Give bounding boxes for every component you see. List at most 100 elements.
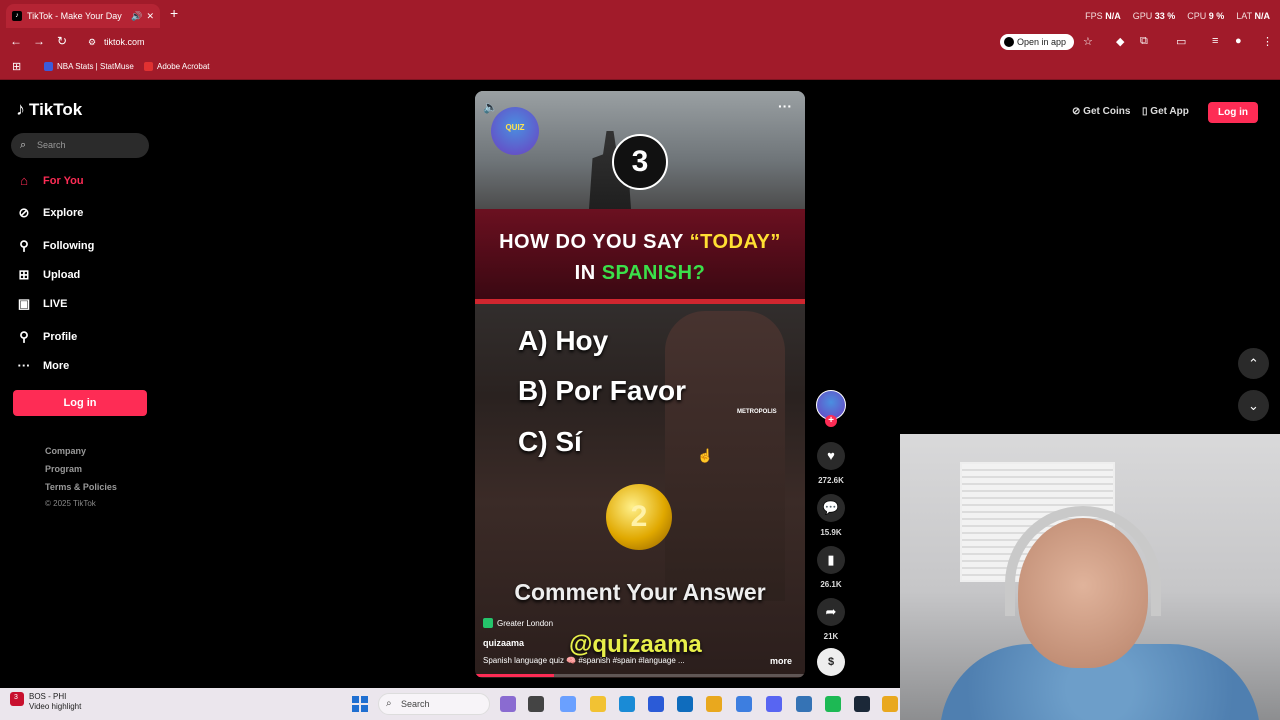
comment-icon: 💬 — [822, 500, 840, 515]
footer-terms[interactable]: Terms & Policies — [45, 482, 117, 492]
new-tab-icon[interactable]: + — [170, 5, 178, 21]
more-caption-button[interactable]: more — [770, 656, 792, 666]
nav-label: Upload — [43, 269, 81, 281]
more-options-icon[interactable]: ··· — [778, 98, 792, 114]
nav-profile[interactable]: ⚲ Profile — [15, 329, 77, 345]
taskbar-search-input[interactable]: ⌕ Search — [378, 693, 490, 715]
menu-kebab-icon[interactable]: ⋮ — [1262, 35, 1273, 48]
extension-icon[interactable]: ◆ — [1116, 35, 1124, 48]
footer-company[interactable]: Company — [45, 446, 86, 456]
reload-icon[interactable]: ↻ — [57, 34, 67, 48]
close-tab-icon[interactable]: ✕ — [146, 11, 154, 22]
get-app-button[interactable]: ▯ Get App — [1142, 106, 1189, 117]
nav-following[interactable]: ⚲ Following — [15, 238, 94, 254]
notification-badge: 3 — [10, 692, 24, 706]
acrobat-icon — [144, 62, 153, 71]
search-icon: ⌕ — [20, 139, 27, 151]
tiktok-logo[interactable]: ♪ TikTok — [16, 99, 82, 120]
browser-tab[interactable]: ♪ TikTok - Make Your Day 🔊 ✕ — [6, 4, 160, 28]
share-button[interactable]: ➦ — [817, 598, 845, 626]
person-icon: ⚲ — [19, 329, 29, 344]
open-in-app-button[interactable]: Open in app — [1000, 34, 1075, 50]
like-button[interactable]: ♥ — [817, 442, 845, 470]
notification-count: 3 — [14, 694, 18, 701]
nav-label: More — [43, 359, 70, 372]
like-count: 272.6K — [818, 476, 844, 485]
music-disc-icon[interactable]: $ — [817, 648, 845, 676]
search-input[interactable]: ⌕ Search — [11, 133, 149, 158]
vscode-icon[interactable] — [796, 696, 812, 712]
nav-upload[interactable]: ⊞ Upload — [15, 267, 81, 283]
site-info-icon[interactable]: ⚙ — [88, 33, 96, 51]
video-player[interactable]: 🔈 ··· QUIZ 3 HOW DO YOU SAY “TODAY” IN S… — [475, 91, 805, 678]
live-icon: ▣ — [17, 296, 31, 311]
comment-button[interactable]: 💬 — [817, 494, 845, 522]
webcam-overlay — [900, 434, 1280, 720]
playlist-icon[interactable]: ≡ — [1212, 35, 1218, 47]
chrome-active-icon[interactable] — [882, 696, 898, 712]
coin-icon: ⊘ — [1072, 106, 1081, 117]
outlook-icon[interactable] — [677, 696, 693, 712]
next-video-icon[interactable]: ⌄ — [1238, 390, 1269, 421]
statmuse-icon — [44, 62, 53, 71]
profile-avatar-icon[interactable]: ● — [1235, 35, 1242, 47]
store-icon[interactable] — [648, 696, 664, 712]
previous-video-icon[interactable]: ⌃ — [1238, 348, 1269, 379]
countdown-badge: 3 — [612, 134, 668, 190]
back-icon[interactable]: ← — [10, 34, 22, 48]
bookmark-label: NBA Stats | StatMuse — [57, 62, 134, 71]
video-progress-bar[interactable] — [475, 674, 805, 677]
bookmark-statmuse[interactable]: NBA Stats | StatMuse — [44, 62, 134, 71]
nav-more[interactable]: ··· More — [15, 358, 70, 373]
forward-icon[interactable]: → — [33, 34, 45, 48]
search-placeholder: Search — [37, 140, 66, 150]
question-line-1: HOW DO YOU SAY “TODAY” — [475, 227, 805, 258]
taskbar-notification[interactable]: 3 BOS - PHI Video highlight — [10, 692, 81, 712]
puzzle-icon[interactable]: ⧉ — [1140, 35, 1148, 48]
question-text: IN — [574, 262, 602, 284]
get-coins-label: Get Coins — [1083, 106, 1131, 117]
bookmark-adobe-acrobat[interactable]: Adobe Acrobat — [144, 62, 209, 71]
apps-grid-icon[interactable]: ⊞ — [12, 60, 21, 73]
edge-icon[interactable] — [619, 696, 635, 712]
nav-explore[interactable]: ⊘ Explore — [15, 205, 84, 221]
bookmark-icon: ▮ — [827, 552, 835, 567]
calculator-icon[interactable] — [736, 696, 752, 712]
login-button[interactable]: Log in — [13, 390, 147, 416]
ellipsis-icon: ··· — [17, 358, 31, 373]
footer-program[interactable]: Program — [45, 464, 82, 474]
plus-box-icon: ⊞ — [18, 267, 30, 282]
copyright: © 2025 TikTok — [45, 499, 96, 508]
location-tag[interactable]: Greater London — [483, 618, 553, 628]
file-explorer-icon[interactable] — [590, 696, 606, 712]
gpu-value: 33 % — [1154, 11, 1176, 21]
follow-plus-icon[interactable]: + — [825, 415, 837, 427]
nav-for-you[interactable]: ⌂ For You — [15, 173, 83, 188]
cta-text: Comment Your Answer — [514, 579, 766, 605]
cast-icon[interactable]: ▭ — [1176, 35, 1186, 48]
widget-icon[interactable] — [500, 696, 516, 712]
star-icon[interactable]: ☆ — [1083, 35, 1093, 48]
speaker-icon[interactable]: 🔊 — [131, 11, 142, 22]
copilot-icon[interactable] — [560, 696, 576, 712]
question-text: HOW DO YOU SAY — [499, 231, 690, 253]
steam-icon[interactable] — [854, 696, 870, 712]
volume-icon[interactable]: 🔈 — [483, 100, 498, 114]
url-field[interactable]: ⚙ tiktok.com — [84, 33, 992, 51]
option-c: C) Sí — [518, 426, 582, 457]
task-view-icon[interactable] — [528, 696, 544, 712]
login-top-button[interactable]: Log in — [1208, 102, 1258, 123]
discord-icon[interactable] — [766, 696, 782, 712]
save-button[interactable]: ▮ — [817, 546, 845, 574]
author-name[interactable]: quizaama — [483, 638, 524, 648]
notification-subtitle: Video highlight — [29, 702, 82, 711]
chrome-icon[interactable] — [706, 696, 722, 712]
heart-icon: ♥ — [827, 448, 835, 463]
windows-start-icon[interactable] — [352, 696, 368, 712]
share-icon: ➦ — [825, 604, 837, 619]
nav-live[interactable]: ▣ LIVE — [15, 296, 68, 312]
location-text: Greater London — [497, 618, 554, 628]
get-coins-button[interactable]: ⊘ Get Coins — [1072, 106, 1130, 117]
get-app-label: Get App — [1150, 106, 1189, 117]
spotify-icon[interactable] — [825, 696, 841, 712]
